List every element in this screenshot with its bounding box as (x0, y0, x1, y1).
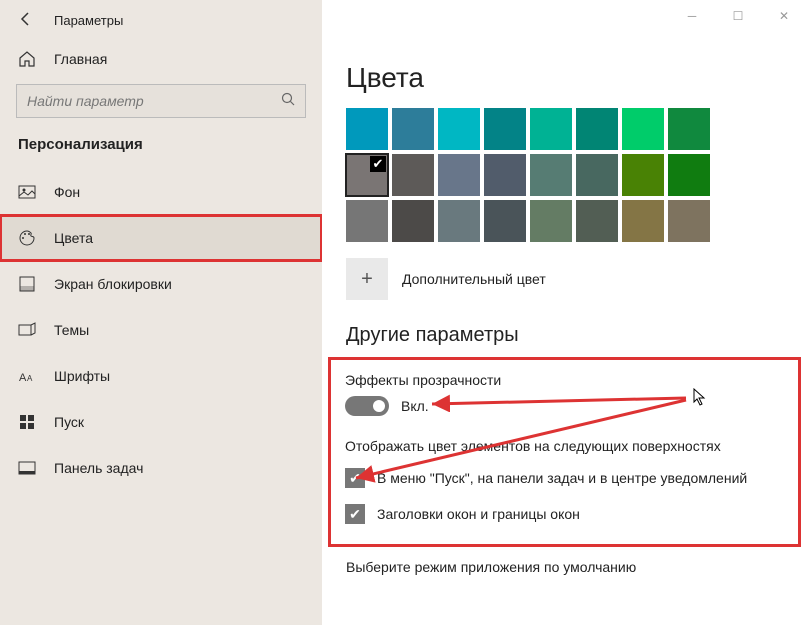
sidebar-item-label: Шрифты (54, 368, 110, 384)
search-icon (281, 92, 295, 111)
cursor-icon (693, 388, 707, 411)
color-swatch[interactable] (622, 154, 664, 196)
nav-home-label: Главная (54, 51, 107, 67)
checkbox-start-taskbar[interactable]: ✔ (345, 468, 365, 488)
search-input[interactable] (27, 93, 281, 109)
minimize-button[interactable]: ─ (669, 0, 715, 32)
color-swatch[interactable] (576, 108, 618, 150)
color-grid (322, 108, 807, 242)
transparency-toggle[interactable] (345, 396, 389, 416)
custom-color-label: Дополнительный цвет (402, 271, 546, 287)
color-swatch[interactable] (530, 200, 572, 242)
annotated-options-box: Эффекты прозрачности Вкл. Отображать цве… (328, 357, 801, 547)
sidebar-item-background[interactable]: Фон (0, 169, 322, 215)
palette-icon (18, 229, 36, 247)
checkbox-titlebars[interactable]: ✔ (345, 504, 365, 524)
sidebar-item-label: Фон (54, 184, 80, 200)
color-swatch[interactable] (438, 154, 480, 196)
color-swatch[interactable] (438, 200, 480, 242)
themes-icon (18, 321, 36, 339)
color-swatch[interactable] (484, 154, 526, 196)
sidebar-item-colors[interactable]: Цвета (0, 215, 322, 261)
close-button[interactable]: ✕ (761, 0, 807, 32)
search-box[interactable] (16, 84, 306, 118)
color-swatch[interactable] (576, 154, 618, 196)
color-swatch[interactable] (622, 200, 664, 242)
picture-icon (18, 183, 36, 201)
svg-text:A: A (27, 374, 33, 383)
checkbox-titlebars-label: Заголовки окон и границы окон (377, 506, 580, 522)
color-swatch[interactable] (392, 154, 434, 196)
color-swatch[interactable] (346, 200, 388, 242)
color-swatch[interactable] (668, 154, 710, 196)
color-swatch[interactable] (392, 108, 434, 150)
sidebar-item-themes[interactable]: Темы (0, 307, 322, 353)
color-swatch[interactable] (346, 154, 388, 196)
color-swatch[interactable] (438, 108, 480, 150)
color-swatch[interactable] (622, 108, 664, 150)
sidebar-item-label: Темы (54, 322, 89, 338)
sidebar-item-label: Пуск (54, 414, 84, 430)
taskbar-icon (18, 459, 36, 477)
color-swatch[interactable] (530, 154, 572, 196)
nav-home[interactable]: Главная (0, 40, 322, 78)
maximize-button[interactable]: ☐ (715, 0, 761, 32)
lockscreen-icon (18, 275, 36, 293)
app-mode-label: Выберите режим приложения по умолчанию (322, 547, 807, 575)
color-swatch[interactable] (392, 200, 434, 242)
other-options-header: Другие параметры (322, 310, 807, 357)
start-icon (18, 413, 36, 431)
color-swatch[interactable] (576, 200, 618, 242)
svg-text:A: A (19, 372, 27, 384)
toggle-state-label: Вкл. (401, 398, 429, 414)
home-icon (18, 50, 36, 68)
sidebar-item-label: Экран блокировки (54, 276, 172, 292)
sidebar-item-label: Цвета (54, 230, 93, 246)
sidebar-item-start[interactable]: Пуск (0, 399, 322, 445)
window-title: Параметры (54, 13, 123, 28)
color-swatch[interactable] (530, 108, 572, 150)
color-swatch[interactable] (668, 200, 710, 242)
checkbox-start-taskbar-label: В меню "Пуск", на панели задач и в центр… (377, 470, 747, 486)
color-swatch[interactable] (668, 108, 710, 150)
color-swatch[interactable] (346, 108, 388, 150)
section-header: Персонализация (0, 132, 322, 169)
add-custom-color-button[interactable]: + (346, 258, 388, 300)
accent-surfaces-label: Отображать цвет элементов на следующих п… (345, 434, 798, 460)
transparency-label: Эффекты прозрачности (345, 368, 798, 394)
sidebar-item-label: Панель задач (54, 460, 143, 476)
fonts-icon: AA (18, 367, 36, 385)
back-icon[interactable] (18, 11, 34, 30)
sidebar-item-lockscreen[interactable]: Экран блокировки (0, 261, 322, 307)
color-swatch[interactable] (484, 108, 526, 150)
sidebar-item-fonts[interactable]: AA Шрифты (0, 353, 322, 399)
color-swatch[interactable] (484, 200, 526, 242)
sidebar-item-taskbar[interactable]: Панель задач (0, 445, 322, 491)
